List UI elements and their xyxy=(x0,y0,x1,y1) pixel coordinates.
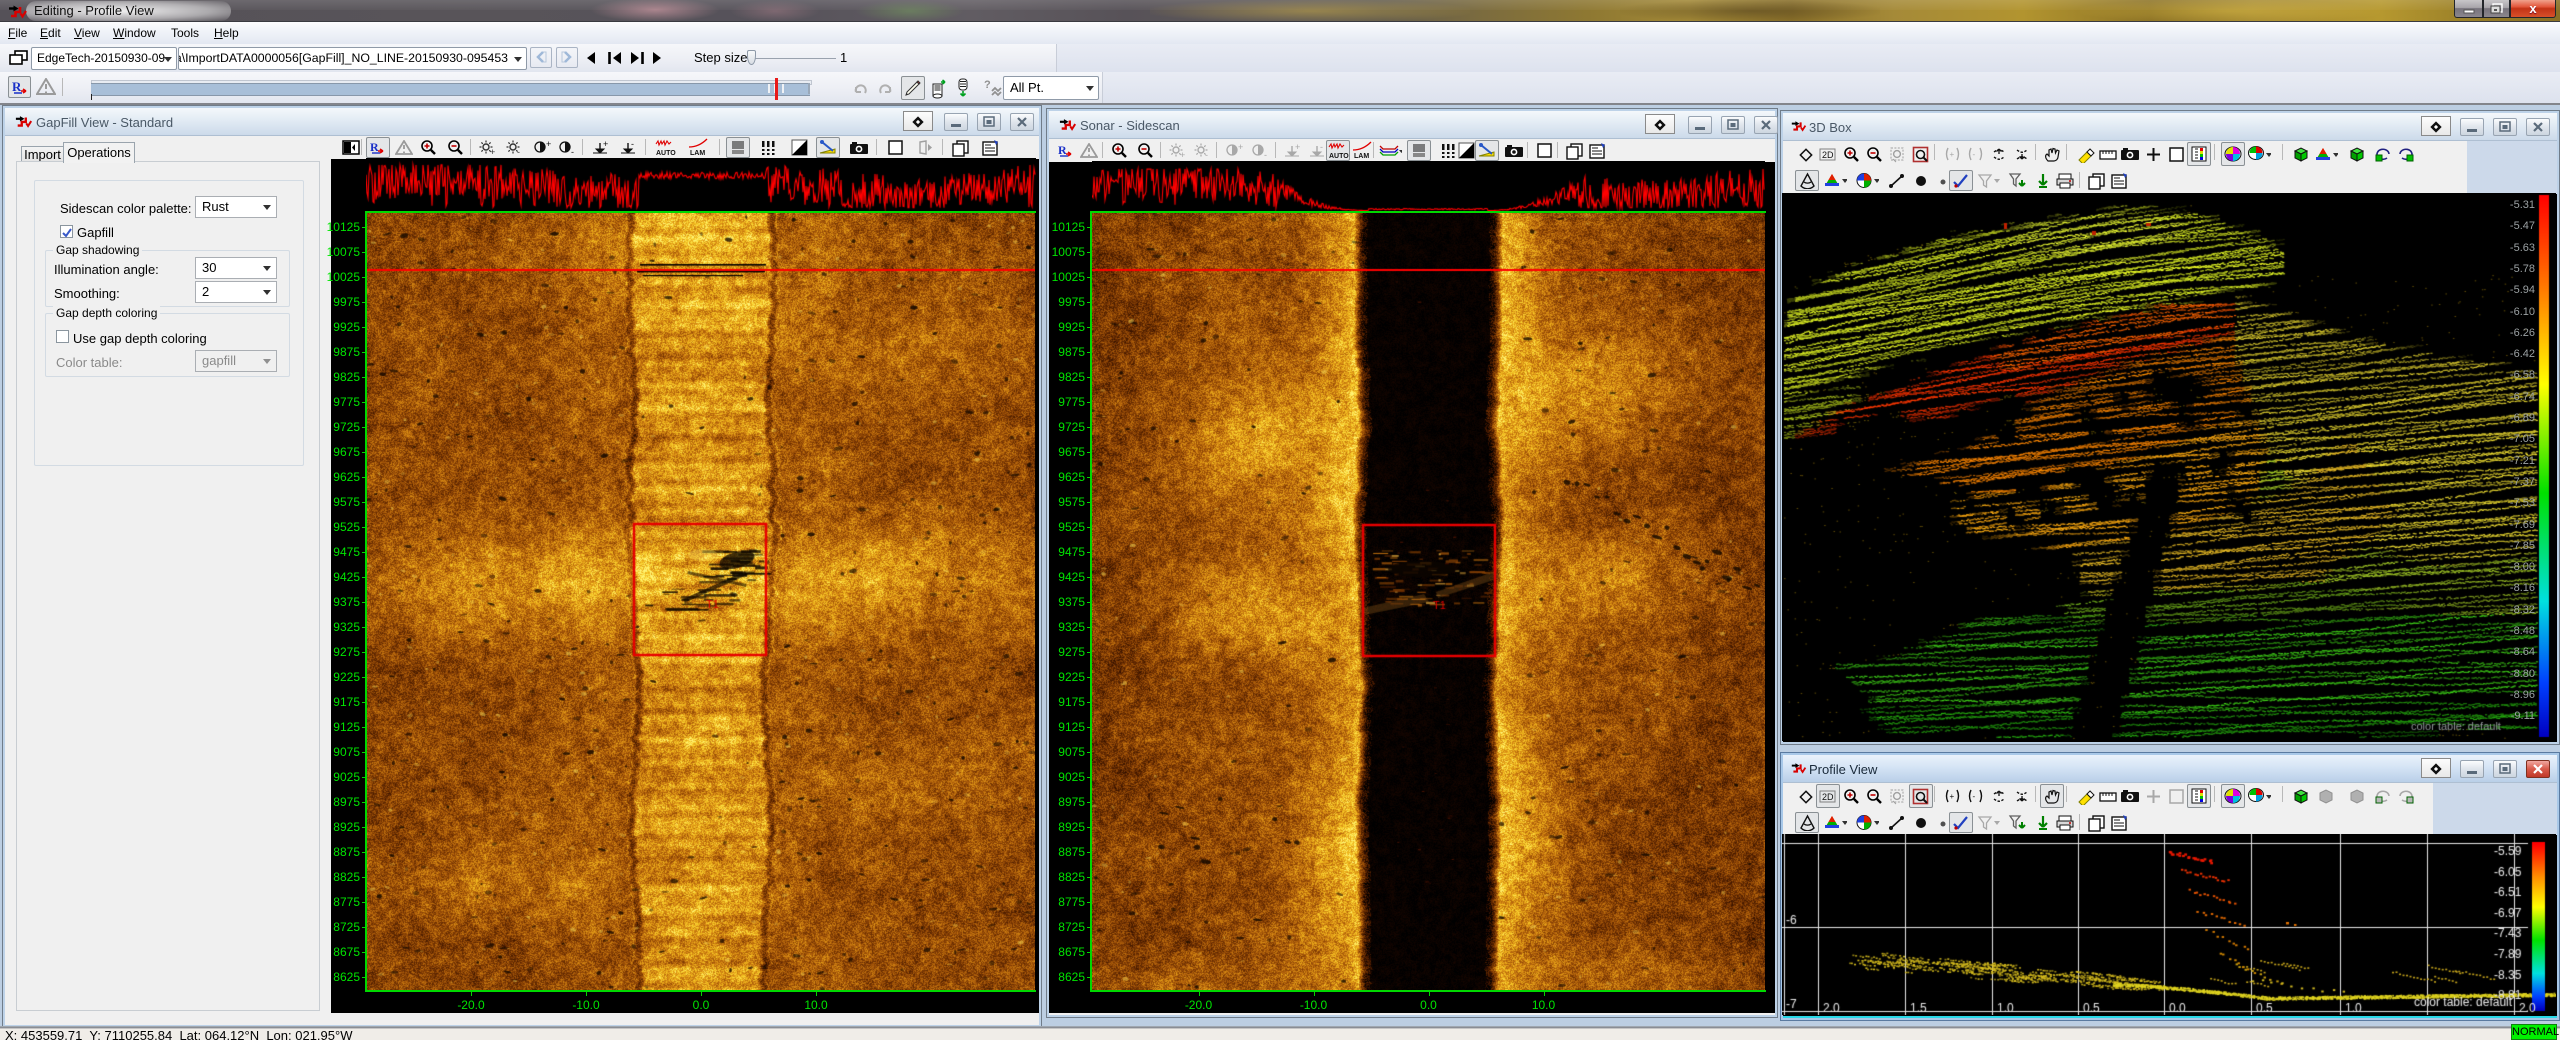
svg-text:2D: 2D xyxy=(1822,150,1834,160)
svg-text:+: + xyxy=(546,139,551,149)
svg-text:AUTO: AUTO xyxy=(1329,153,1349,160)
svg-text:-: - xyxy=(1972,150,1975,159)
svg-text:+: + xyxy=(1949,150,1954,159)
svg-text:-: - xyxy=(1972,792,1975,801)
svg-text:+: + xyxy=(1180,150,1185,159)
svg-text:-: - xyxy=(1205,150,1208,159)
svg-text:R: R xyxy=(12,79,22,94)
svg-text:-: - xyxy=(517,147,520,156)
svg-text:-: - xyxy=(1264,150,1267,159)
svg-text:-: - xyxy=(631,140,634,149)
svg-text:LAM: LAM xyxy=(690,150,705,157)
svg-text:+: + xyxy=(603,140,608,149)
svg-text:2D: 2D xyxy=(1822,792,1834,802)
svg-text:LAM: LAM xyxy=(1354,153,1369,160)
svg-text:+: + xyxy=(1295,143,1300,152)
svg-text:+: + xyxy=(1238,142,1243,152)
svg-text:+: + xyxy=(490,147,495,156)
svg-text:AUTO: AUTO xyxy=(656,150,676,157)
svg-text:R: R xyxy=(370,140,379,154)
svg-text:-: - xyxy=(1320,143,1323,152)
svg-text:?: ? xyxy=(984,79,991,91)
svg-text:R: R xyxy=(1058,143,1067,157)
svg-text:+: + xyxy=(1949,792,1954,801)
svg-text:-: - xyxy=(571,147,574,156)
